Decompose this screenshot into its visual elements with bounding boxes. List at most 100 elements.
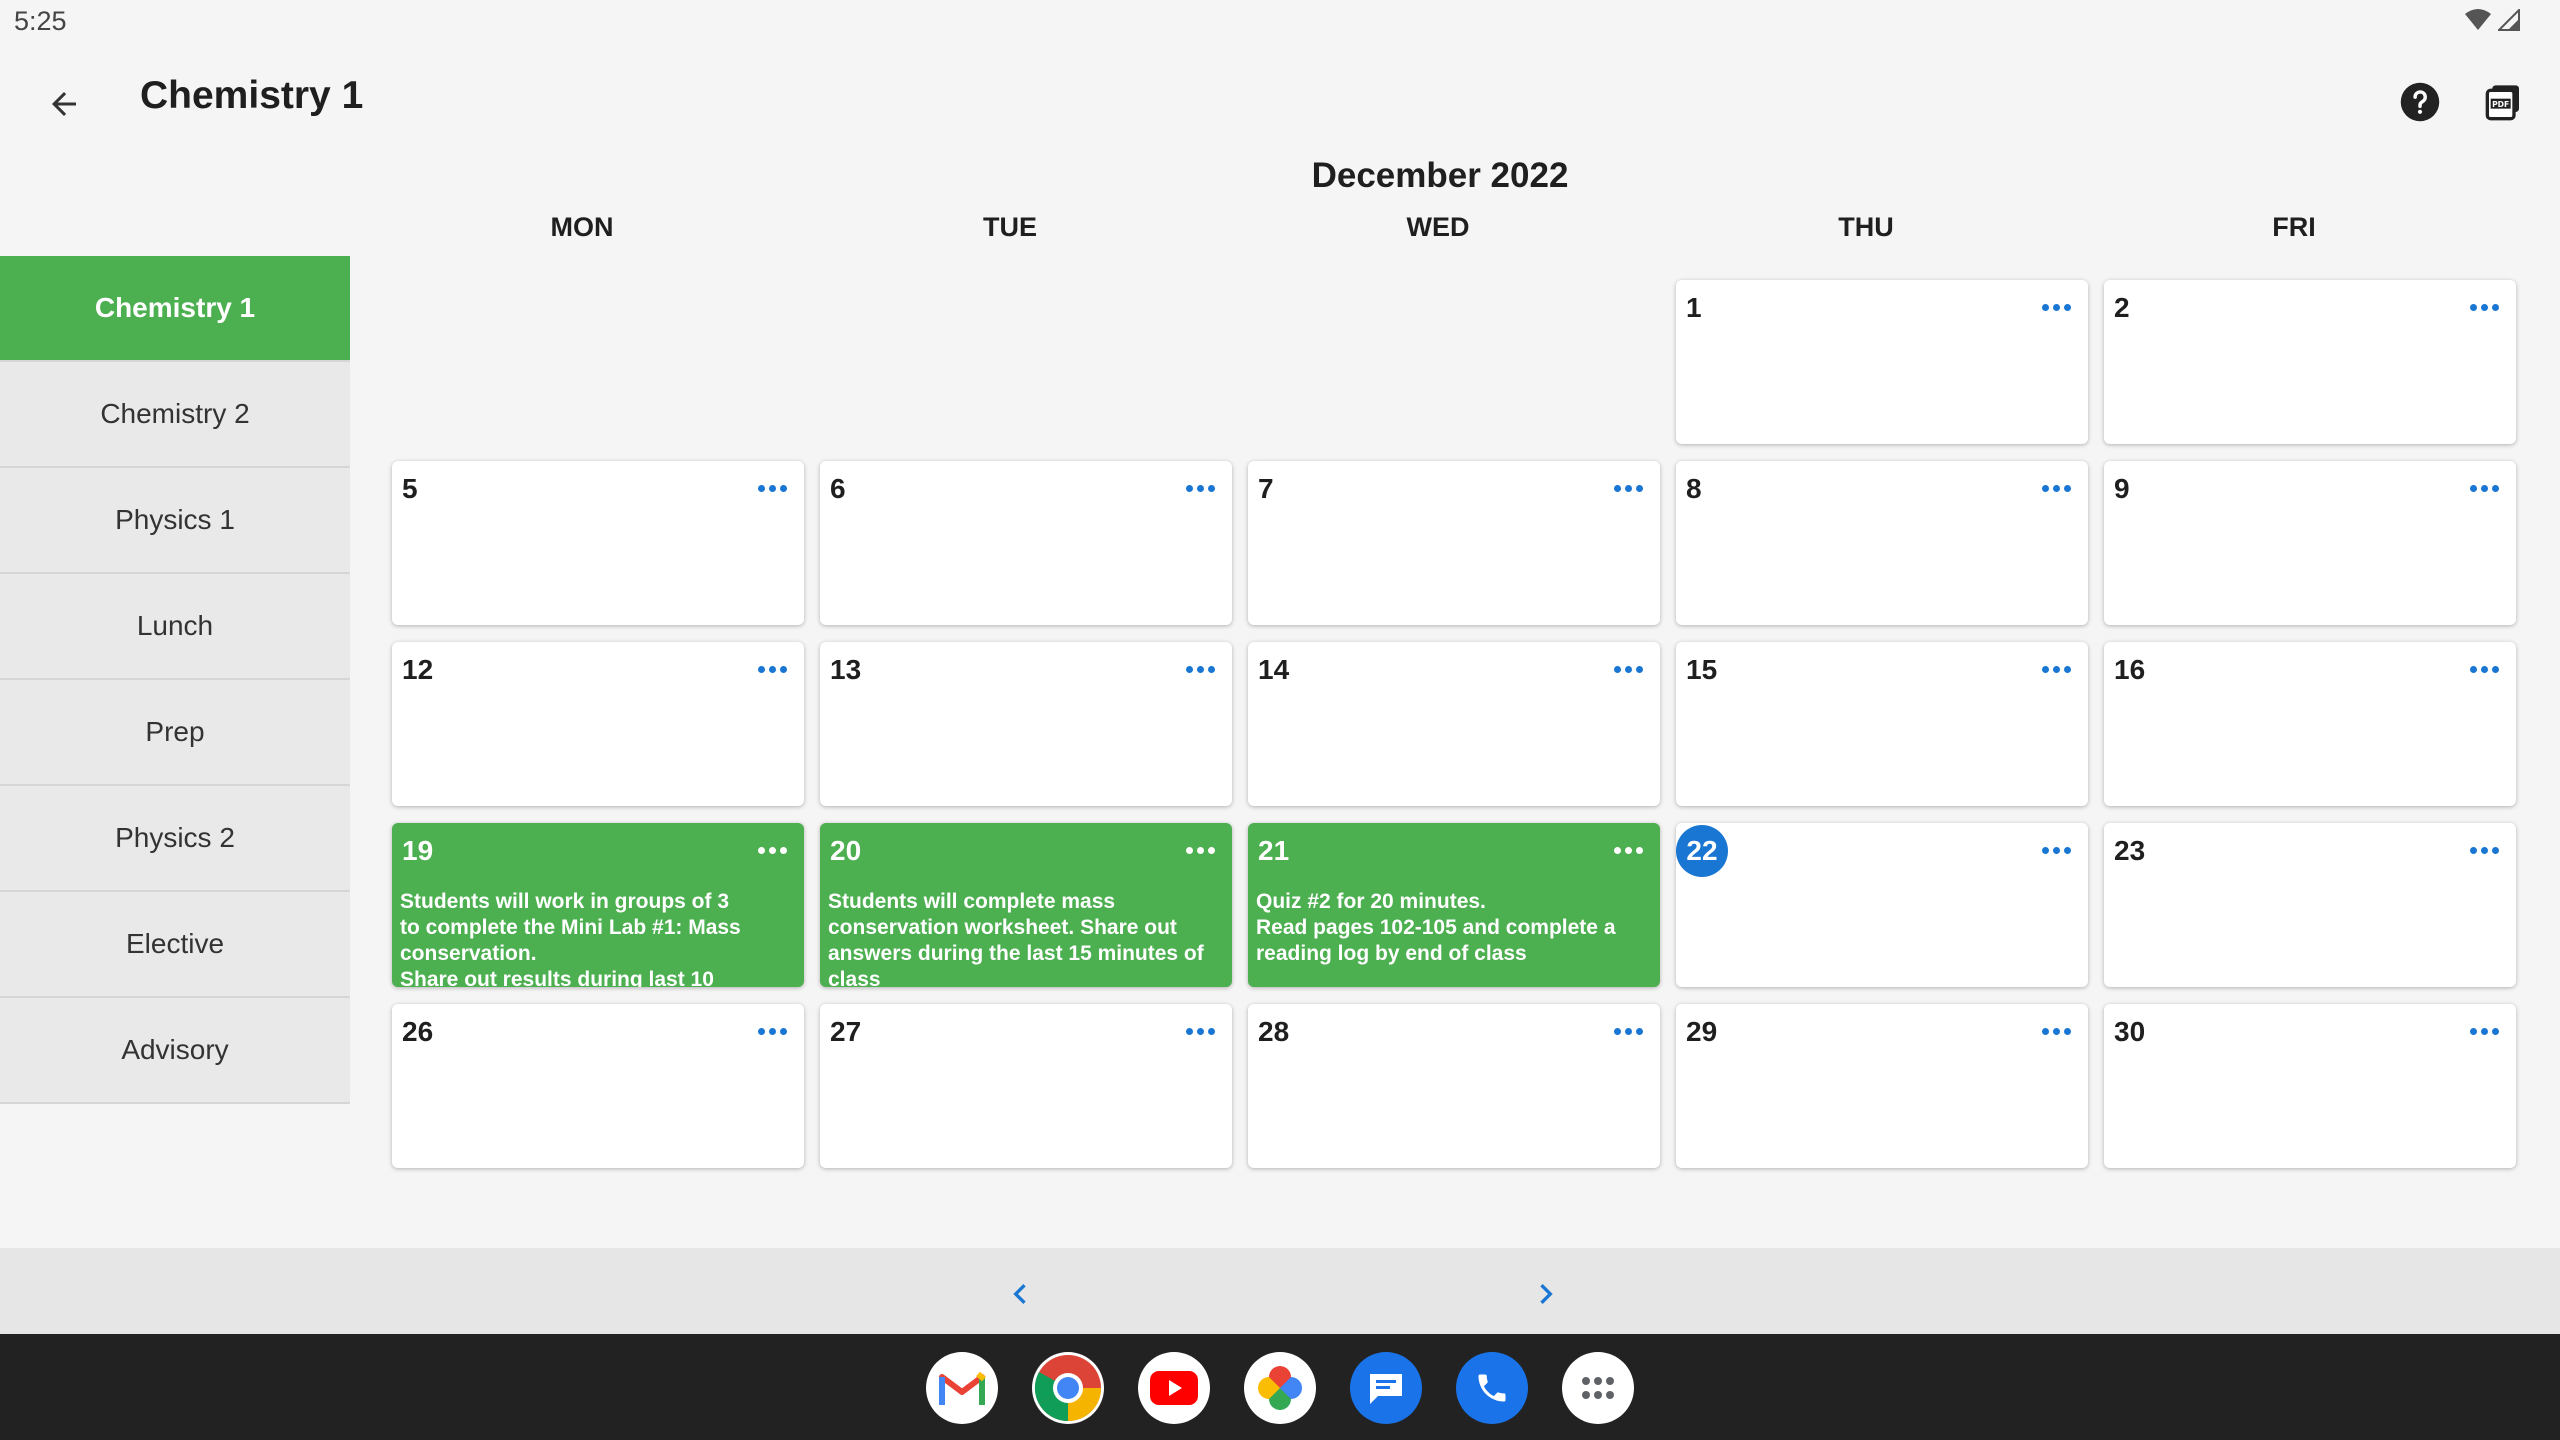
system-icons <box>2464 8 2520 32</box>
help-button[interactable] <box>2392 74 2448 130</box>
more-options-icon[interactable] <box>752 475 792 501</box>
weekday-label: FRI <box>2272 212 2316 242</box>
more-options-icon[interactable] <box>2464 294 2504 320</box>
sidebar-item-prep[interactable]: Prep <box>0 680 350 786</box>
day-cell[interactable]: 16 <box>2104 642 2516 806</box>
day-cell[interactable]: 12 <box>392 642 804 806</box>
day-cell[interactable]: 5 <box>392 461 804 625</box>
day-cell[interactable]: 19 Students will work in groups of 3 to c… <box>392 823 804 987</box>
more-options-icon[interactable] <box>1180 1018 1220 1044</box>
more-options-icon[interactable] <box>752 837 792 863</box>
chevron-left-icon <box>1013 1284 1026 1304</box>
signal-icon <box>2498 9 2520 31</box>
sidebar-item-chemistry-2[interactable]: Chemistry 2 <box>0 362 350 468</box>
more-options-icon[interactable] <box>2036 1018 2076 1044</box>
sidebar-item-advisory[interactable]: Advisory <box>0 998 350 1104</box>
day-cell[interactable]: 20 Students will complete mass conservati… <box>820 823 1232 987</box>
more-options-icon[interactable] <box>2036 837 2076 863</box>
day-cell[interactable]: 29 <box>1676 1004 2088 1168</box>
chrome-icon[interactable] <box>1032 1352 1104 1424</box>
day-cell[interactable]: 21 Quiz #2 for 20 minutes. Read pages 102… <box>1248 823 1660 987</box>
more-options-icon[interactable] <box>2036 475 2076 501</box>
weekday-label: WED <box>1406 212 1470 242</box>
gmail-icon[interactable] <box>926 1352 998 1424</box>
day-number: 26 <box>402 1016 434 1047</box>
pdf-export-button[interactable]: PDF <box>2476 74 2532 130</box>
day-number: 5 <box>402 473 418 504</box>
sidebar-item-physics-1[interactable]: Physics 1 <box>0 468 350 574</box>
app-bar: Chemistry 1 PDF <box>0 44 2560 156</box>
more-options-icon[interactable] <box>2464 475 2504 501</box>
weekday-label: MON <box>550 212 614 242</box>
day-cell[interactable]: 23 <box>2104 823 2516 987</box>
day-cell[interactable]: 14 <box>1248 642 1660 806</box>
svg-text:PDF: PDF <box>2492 100 2509 109</box>
day-number: 15 <box>1686 654 1718 685</box>
month-navigation <box>0 1248 2560 1334</box>
day-number: 12 <box>402 654 434 685</box>
day-cell[interactable]: 22 <box>1676 823 2088 987</box>
status-time: 5:25 <box>14 6 67 36</box>
more-options-icon[interactable] <box>1180 656 1220 682</box>
day-cell[interactable]: 8 <box>1676 461 2088 625</box>
phone-icon[interactable] <box>1456 1352 1528 1424</box>
day-cell[interactable]: 6 <box>820 461 1232 625</box>
sidebar-item-chemistry-1[interactable]: Chemistry 1 <box>0 256 350 362</box>
more-options-icon[interactable] <box>1608 837 1648 863</box>
today-day-number: 22 <box>1676 825 1728 877</box>
day-number: 28 <box>1258 1016 1290 1047</box>
day-cell[interactable]: 15 <box>1676 642 2088 806</box>
more-options-icon[interactable] <box>2464 656 2504 682</box>
more-options-icon[interactable] <box>1608 656 1648 682</box>
messages-icon[interactable] <box>1350 1352 1422 1424</box>
wifi-icon <box>2465 9 2491 30</box>
pdf-icon: PDF <box>2485 85 2519 121</box>
day-number: 14 <box>1258 654 1290 685</box>
day-cell[interactable]: 13 <box>820 642 1232 806</box>
day-cell[interactable]: 7 <box>1248 461 1660 625</box>
status-bar: 5:25 <box>0 0 2560 44</box>
sidebar-item-elective[interactable]: Elective <box>0 892 350 998</box>
chevron-right-icon <box>1540 1284 1553 1304</box>
day-number: 7 <box>1258 473 1274 504</box>
day-number: 20 <box>830 835 862 866</box>
day-number: 9 <box>2114 473 2130 504</box>
more-options-icon[interactable] <box>2464 1018 2504 1044</box>
more-options-icon[interactable] <box>2036 294 2076 320</box>
sidebar-item-lunch[interactable]: Lunch <box>0 574 350 680</box>
day-cell[interactable]: 28 <box>1248 1004 1660 1168</box>
month-title: December 2022 <box>1311 156 1569 195</box>
youtube-icon[interactable] <box>1138 1352 1210 1424</box>
day-number: 19 <box>402 835 434 866</box>
day-cell[interactable]: 27 <box>820 1004 1232 1168</box>
more-options-icon[interactable] <box>1180 837 1220 863</box>
more-options-icon[interactable] <box>1608 1018 1648 1044</box>
next-month-button[interactable] <box>1518 1266 1574 1322</box>
app-drawer-icon[interactable] <box>1562 1352 1634 1424</box>
more-options-icon[interactable] <box>2036 656 2076 682</box>
more-options-icon[interactable] <box>1608 475 1648 501</box>
previous-month-button[interactable] <box>992 1266 1048 1322</box>
day-number: 29 <box>1686 1016 1718 1047</box>
back-button[interactable] <box>34 74 94 134</box>
day-number: 6 <box>830 473 846 504</box>
weekday-header: MON TUE WED THU FRI <box>0 212 2560 252</box>
day-number: 21 <box>1258 835 1290 866</box>
more-options-icon[interactable] <box>1180 475 1220 501</box>
weekday-label: THU <box>1838 212 1894 242</box>
day-cell[interactable]: 26 <box>392 1004 804 1168</box>
day-number: 13 <box>830 654 862 685</box>
day-cell[interactable]: 2 <box>2104 280 2516 444</box>
more-options-icon[interactable] <box>2464 837 2504 863</box>
day-cell[interactable]: 1 <box>1676 280 2088 444</box>
photos-icon[interactable] <box>1244 1352 1316 1424</box>
taskbar <box>0 1334 2560 1440</box>
sidebar-item-physics-2[interactable]: Physics 2 <box>0 786 350 892</box>
day-cell[interactable]: 9 <box>2104 461 2516 625</box>
more-options-icon[interactable] <box>752 1018 792 1044</box>
day-cell[interactable]: 30 <box>2104 1004 2516 1168</box>
weekday-label: TUE <box>983 212 1037 242</box>
day-number: 16 <box>2114 654 2146 685</box>
more-options-icon[interactable] <box>752 656 792 682</box>
day-number: 27 <box>830 1016 862 1047</box>
